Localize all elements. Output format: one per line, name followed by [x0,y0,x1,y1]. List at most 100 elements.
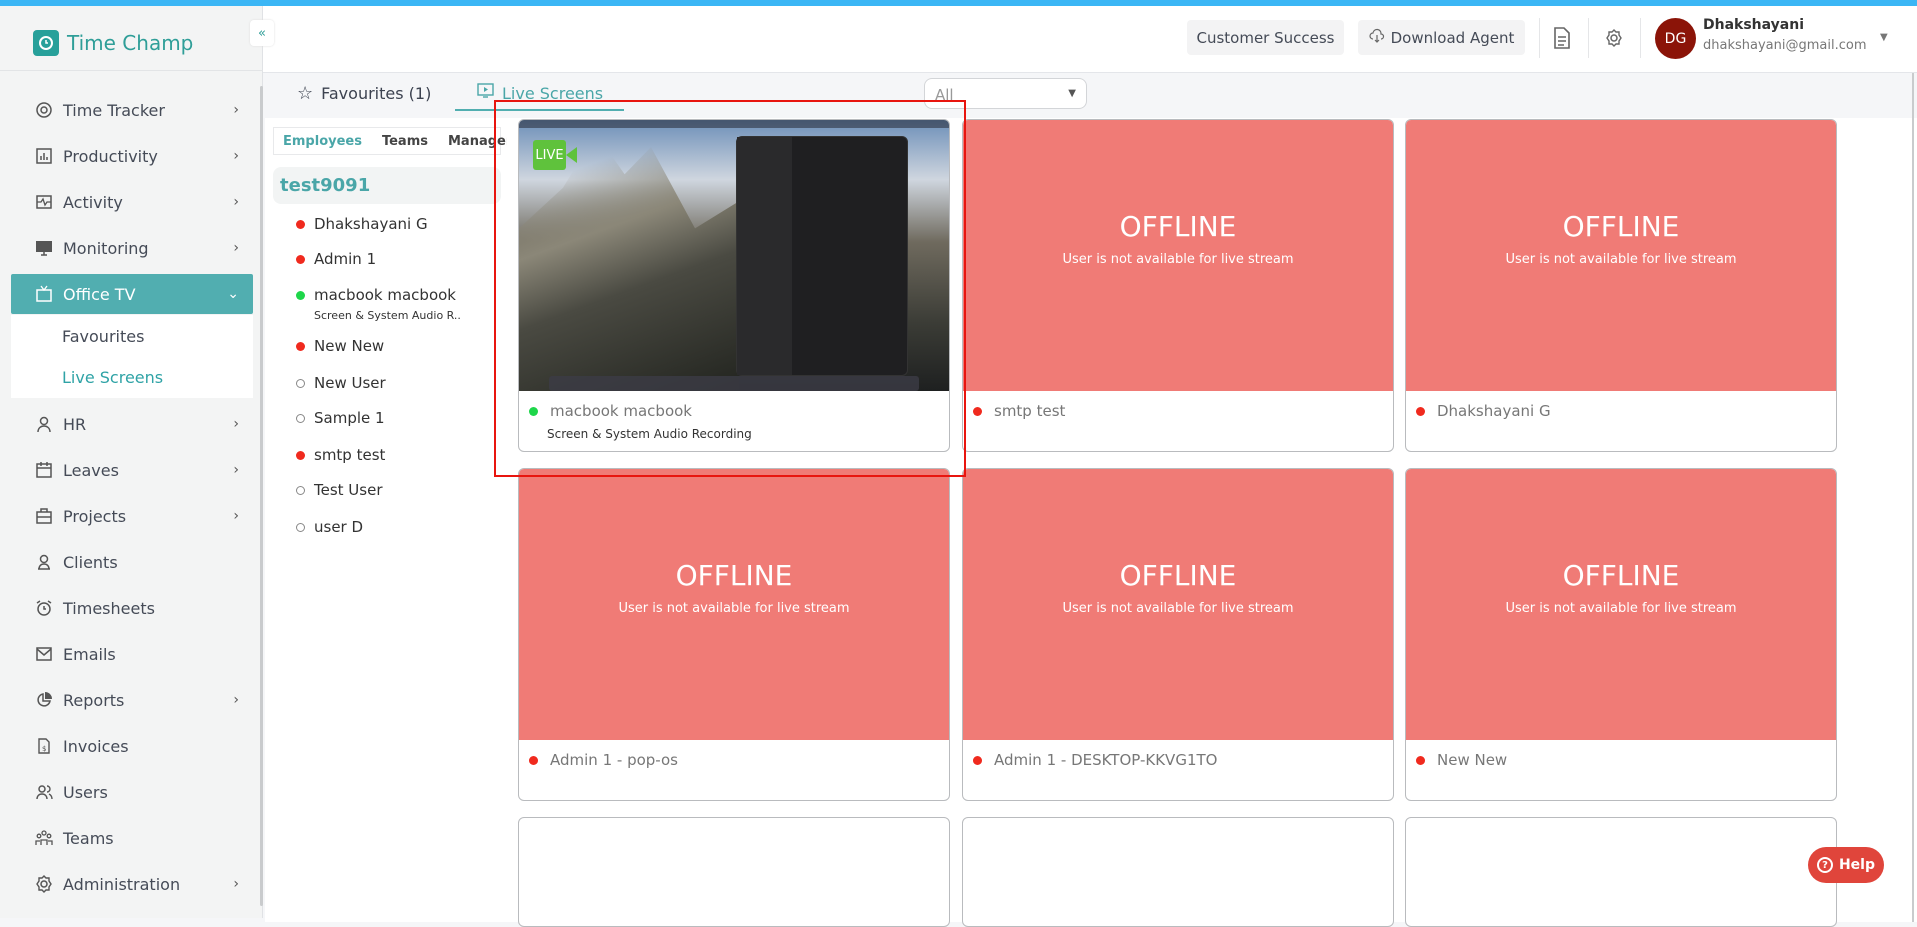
sidebar-item-activity[interactable]: Activity › [11,182,253,222]
download-agent-button[interactable]: Download Agent [1358,20,1525,55]
user-name: Dhakshayani [1703,17,1805,33]
tab-live-screens[interactable]: Live Screens [477,83,603,103]
page-scrollbar[interactable] [1912,73,1914,922]
employee-activity: Screen & System Audio R.. [314,309,461,322]
employee-list-item[interactable]: Test User [296,481,383,499]
submenu-live-screens[interactable]: Live Screens [62,368,163,387]
client-icon [35,553,53,571]
tab-employees[interactable]: Employees [283,134,362,149]
chevron-right-icon: › [233,508,239,524]
employee-list-item[interactable]: New User [296,374,386,392]
card-footer: New New [1416,751,1507,769]
status-dot [296,254,305,264]
status-dot [296,485,305,495]
card-user-name: Dhakshayani G [1437,402,1551,420]
customer-success-button[interactable]: Customer Success [1187,20,1344,55]
offline-screen: OFFLINE User is not available for live st… [1406,120,1836,391]
sidebar-item-time-tracker[interactable]: Time Tracker › [11,90,253,130]
sidebar-item-timesheets[interactable]: Timesheets [11,588,253,628]
offline-title: OFFLINE [1562,559,1680,592]
chevron-right-icon: › [233,876,239,892]
employee-list-item[interactable]: macbook macbook [296,286,456,304]
status-dot [296,378,305,388]
tv-icon [35,285,53,303]
employee-list-item[interactable]: user D [296,518,363,536]
monitor-icon [35,239,53,257]
employee-name: New User [314,374,386,392]
sidebar-item-office-tv[interactable]: Office TV ⌄ [11,274,253,314]
sidebar-item-label: Administration [63,874,181,894]
svg-text:$: $ [42,745,46,753]
sidebar-item-label: Teams [63,828,114,848]
sidebar-item-monitoring[interactable]: Monitoring › [11,228,253,268]
sidebar-item-projects[interactable]: Projects › [11,496,253,536]
employee-name: Sample 1 [314,409,385,427]
screen-card[interactable]: OFFLINE User is not available for live st… [962,119,1394,452]
offline-screen: OFFLINE User is not available for live st… [519,469,949,740]
sidebar-item-emails[interactable]: Emails [11,634,253,674]
card-user-name: smtp test [994,402,1066,420]
tab-teams[interactable]: Teams [382,134,428,149]
filter-select[interactable]: All ▼ [924,78,1087,109]
employee-name: user D [314,518,364,536]
sidebar-item-productivity[interactable]: Productivity › [11,136,253,176]
avatar[interactable]: DG [1655,18,1696,59]
card-user-name: Admin 1 - pop-os [550,751,678,769]
chevron-right-icon: › [233,692,239,708]
employee-list-item[interactable]: Admin 1 [296,250,376,268]
sidebar-item-leaves[interactable]: Leaves › [11,450,253,490]
screen-card-placeholder[interactable] [962,817,1394,927]
user-menu-caret-icon[interactable]: ▼ [1880,32,1888,43]
status-dot [973,406,982,416]
sidebar-item-invoices[interactable]: $ Invoices [11,726,253,766]
sidebar-item-label: Time Tracker [63,100,165,120]
sidebar-item-label: Office TV [63,284,136,304]
tab-favourites[interactable]: ☆ Favourites (1) [297,83,431,104]
invoice-icon: $ [35,737,53,755]
card-footer: smtp test [973,402,1065,420]
remote-settings-window [736,136,908,376]
help-button[interactable]: ? Help [1808,847,1884,883]
screen-card-placeholder[interactable] [1405,817,1837,927]
live-screen-feed[interactable]: LIVE [519,120,949,391]
collapse-sidebar-button[interactable]: « [250,20,274,46]
sidebar-item-reports[interactable]: Reports › [11,680,253,720]
status-dot [296,522,305,532]
employee-list-item[interactable]: Dhakshayani G [296,215,428,233]
screen-card-placeholder[interactable] [518,817,950,927]
document-icon[interactable] [1553,27,1571,53]
sidebar-item-teams[interactable]: Teams [11,818,253,858]
sidebar-item-label: Emails [63,644,116,664]
sidebar-item-label: Timesheets [63,598,155,618]
dropdown-arrow-icon: ▼ [1068,88,1076,99]
screen-card[interactable]: OFFLINE User is not available for live st… [962,468,1394,801]
teams-icon [35,829,53,847]
screen-card[interactable]: OFFLINE User is not available for live st… [1405,468,1837,801]
employee-list-item[interactable]: Sample 1 [296,409,385,427]
screen-card[interactable]: OFFLINE User is not available for live st… [518,468,950,801]
sidebar-item-clients[interactable]: Clients [11,542,253,582]
double-chevron-left-icon: « [258,25,266,41]
sidebar-item-users[interactable]: Users [11,772,253,812]
employee-name: Admin 1 [314,250,377,268]
sidebar-item-label: Activity [63,192,123,212]
sidebar-scrollbar[interactable] [260,86,263,906]
sidebar-item-label: Invoices [63,736,129,756]
sidebar-item-hr[interactable]: HR › [11,404,253,444]
offline-title: OFFLINE [1119,559,1237,592]
chevron-down-icon: ⌄ [227,286,239,302]
employee-name: Dhakshayani G [314,215,428,233]
sidebar-item-administration[interactable]: Administration › [11,864,253,904]
screen-card[interactable]: LIVE macbook macbook Screen & System Audio… [518,119,950,452]
screen-card[interactable]: OFFLINE User is not available for live st… [1405,119,1837,452]
employee-name: New New [314,337,385,355]
group-header[interactable]: test9091 [273,167,501,204]
cloud-download-icon [1369,28,1385,48]
submenu-favourites[interactable]: Favourites [62,327,144,346]
offline-message: User is not available for live stream [1505,252,1737,267]
employee-list-item[interactable]: smtp test [296,446,385,464]
settings-gear-icon[interactable] [1604,28,1624,52]
office-tv-submenu: Favourites Live Screens [11,315,253,398]
logo[interactable]: Time Champ [33,30,193,56]
employee-list-item[interactable]: New New [296,337,384,355]
